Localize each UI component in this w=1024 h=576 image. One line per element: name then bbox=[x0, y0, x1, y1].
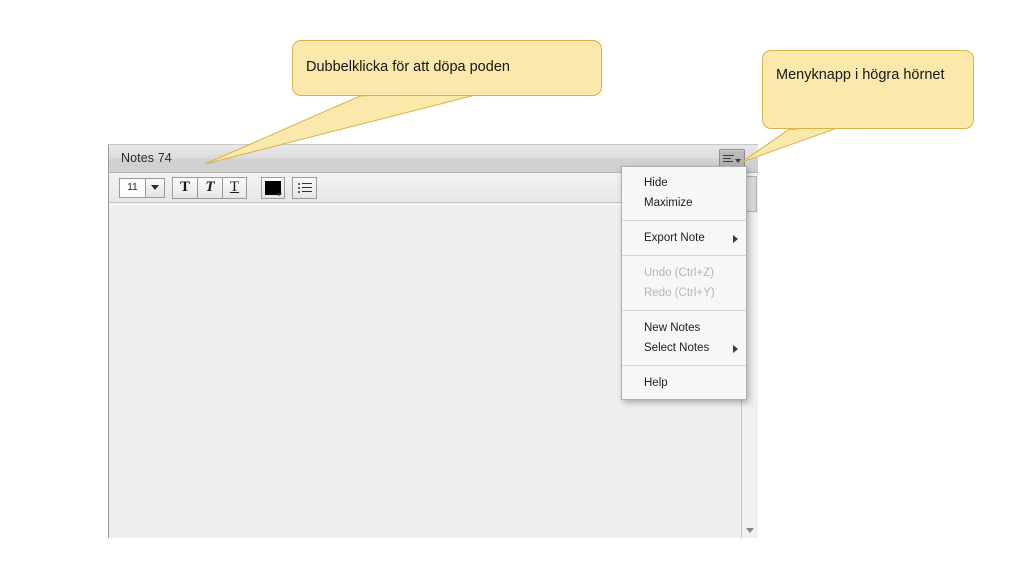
italic-button[interactable]: T bbox=[197, 176, 222, 199]
callout-rename-text: Dubbelklicka för att döpa poden bbox=[306, 59, 510, 75]
underline-button[interactable]: T bbox=[222, 176, 247, 199]
menu-group: Undo (Ctrl+Z) Redo (Ctrl+Y) bbox=[622, 263, 746, 303]
chevron-right-icon bbox=[733, 235, 738, 243]
menu-item-export-note[interactable]: Export Note bbox=[622, 228, 746, 248]
menu-group: Help bbox=[622, 373, 746, 393]
menu-item-redo: Redo (Ctrl+Y) bbox=[644, 287, 715, 299]
menu-separator bbox=[622, 310, 746, 311]
menu-item-help[interactable]: Help bbox=[622, 373, 746, 393]
menu-item-hide[interactable]: Hide bbox=[622, 173, 746, 193]
bullet-list-button[interactable] bbox=[292, 176, 317, 199]
font-size-input[interactable]: 11 bbox=[119, 177, 145, 198]
menu-item-select-notes[interactable]: Select Notes bbox=[622, 338, 746, 358]
window-title: Notes 74 bbox=[121, 151, 172, 165]
menu-group: Hide Maximize bbox=[622, 173, 746, 213]
bold-button[interactable]: T bbox=[172, 176, 197, 199]
chevron-down-icon bbox=[276, 192, 282, 196]
screenshot-stage: Notes 74 11 T T T Hide Maximize Export N… bbox=[0, 0, 1024, 576]
font-size-dropdown-button[interactable] bbox=[145, 177, 165, 198]
menu-item-label: Export Note bbox=[644, 232, 705, 244]
bullet-list-icon bbox=[297, 182, 312, 193]
menu-item-maximize[interactable]: Maximize bbox=[622, 193, 746, 213]
font-size-control[interactable]: 11 bbox=[119, 177, 165, 198]
menu-separator bbox=[622, 365, 746, 366]
text-style-group: T T T bbox=[172, 176, 247, 199]
scrollbar-down-arrow[interactable] bbox=[742, 522, 758, 538]
chevron-right-icon bbox=[733, 345, 738, 353]
menu-lines-icon bbox=[723, 154, 734, 163]
text-color-button[interactable] bbox=[261, 176, 285, 199]
menu-separator bbox=[622, 255, 746, 256]
menu-item-new-notes[interactable]: New Notes bbox=[622, 318, 746, 338]
menu-group: New Notes Select Notes bbox=[622, 318, 746, 358]
window-context-menu[interactable]: Hide Maximize Export Note Undo (Ctrl+Z) … bbox=[621, 166, 747, 400]
menu-item-undo: Undo (Ctrl+Z) bbox=[644, 267, 714, 279]
menu-separator bbox=[622, 220, 746, 221]
menu-group: Export Note bbox=[622, 228, 746, 248]
callout-menu-text: Menyknapp i högra hörnet bbox=[776, 67, 945, 83]
chevron-down-icon bbox=[151, 185, 159, 190]
triangle-down-icon bbox=[746, 527, 754, 533]
menu-item-label: Select Notes bbox=[644, 342, 710, 354]
callout-tail-rename bbox=[200, 88, 500, 168]
callout-rename: Dubbelklicka för att döpa poden bbox=[292, 40, 602, 96]
callout-menu: Menyknapp i högra hörnet bbox=[762, 50, 974, 129]
